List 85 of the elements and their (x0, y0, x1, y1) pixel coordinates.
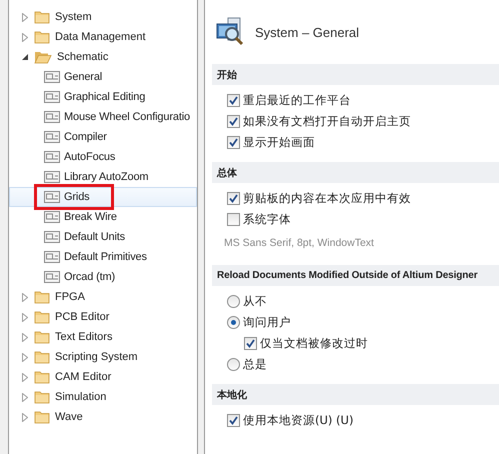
page-icon (44, 231, 60, 243)
tree-item[interactable]: Wave (9, 407, 197, 427)
expand-arrow-icon[interactable] (22, 12, 28, 22)
expand-arrow-icon[interactable] (22, 32, 28, 42)
page-icon (44, 171, 60, 183)
monitor-search-icon (216, 17, 246, 47)
folder-icon (34, 390, 50, 404)
tree-item[interactable]: Data Management (9, 27, 197, 47)
page-icon (44, 211, 60, 223)
folder-icon (34, 30, 50, 44)
checkbox[interactable]: 使用本地资源(U) (U) (212, 410, 499, 431)
page-icon (44, 271, 60, 283)
check-icon (229, 194, 238, 203)
page-icon (44, 191, 60, 203)
check-icon (246, 339, 255, 348)
tree-item[interactable]: Schematic (9, 47, 197, 67)
checkbox-box[interactable] (227, 213, 240, 226)
tree-item[interactable]: FPGA (9, 287, 197, 307)
folder-icon (34, 50, 52, 64)
checkbox[interactable]: 仅当文档被修改过时 (212, 333, 499, 354)
section-header: 总体 (212, 162, 499, 183)
page-icon (44, 71, 60, 83)
tree-item[interactable]: Library AutoZoom (9, 167, 197, 187)
checkbox[interactable]: 如果没有文档打开自动开启主页 (212, 111, 499, 132)
expand-arrow-icon[interactable] (22, 372, 28, 382)
radio-button[interactable]: 从不 (212, 291, 499, 312)
check-icon (229, 138, 238, 147)
tree-item[interactable]: PCB Editor (9, 307, 197, 327)
expand-arrow-icon[interactable] (22, 332, 28, 342)
font-description: MS Sans Serif, 8pt, WindowText (223, 236, 375, 251)
folder-icon (34, 350, 50, 364)
expand-arrow-icon[interactable] (22, 352, 28, 362)
check-icon (229, 117, 238, 126)
expand-arrow-icon[interactable] (22, 312, 28, 322)
expand-arrow-icon[interactable] (22, 412, 28, 422)
page-icon (44, 91, 60, 103)
tree-item[interactable]: Default Units (9, 227, 197, 247)
radio-button[interactable]: 询问用户 (212, 312, 499, 333)
collapse-arrow-icon[interactable] (22, 54, 28, 60)
folder-icon (34, 370, 50, 384)
page-icon (44, 151, 60, 163)
tree-item[interactable]: General (9, 67, 197, 87)
tree-item[interactable]: Graphical Editing (9, 87, 197, 107)
page-icon (44, 131, 60, 143)
expand-arrow-icon[interactable] (22, 392, 28, 402)
tree-item[interactable]: Grids (9, 187, 197, 207)
folder-icon (34, 410, 50, 424)
folder-icon (34, 310, 50, 324)
page-icon (44, 251, 60, 263)
tree-item[interactable]: Break Wire (9, 207, 197, 227)
checkbox-box[interactable] (244, 337, 257, 350)
radio-circle[interactable] (227, 358, 240, 371)
tree-item[interactable]: CAM Editor (9, 367, 197, 387)
section-header: 本地化 (212, 384, 499, 405)
check-icon (229, 416, 238, 425)
radio-circle[interactable] (227, 295, 240, 308)
tree-item[interactable]: System (9, 7, 197, 27)
checkbox-box[interactable] (227, 192, 240, 205)
tree-item[interactable]: AutoFocus (9, 147, 197, 167)
expand-arrow-icon[interactable] (22, 292, 28, 302)
checkbox[interactable]: 重启最近的工作平台 (212, 90, 499, 111)
checkbox-box[interactable] (227, 136, 240, 149)
section-header: 开始 (212, 64, 499, 85)
tree-item[interactable]: Scripting System (9, 347, 197, 367)
tree-item[interactable]: Simulation (9, 387, 197, 407)
folder-icon (34, 290, 50, 304)
tree-item[interactable]: Text Editors (9, 327, 197, 347)
radio-circle[interactable] (227, 316, 240, 329)
section-header: Reload Documents Modified Outside of Altium Designer (212, 265, 499, 286)
checkbox[interactable]: 剪贴板的内容在本次应用中有效 (212, 188, 499, 209)
page-icon (44, 111, 60, 123)
tree-item[interactable]: Mouse Wheel Configuratio (9, 107, 197, 127)
tree-item[interactable]: Compiler (9, 127, 197, 147)
tree-item[interactable]: Orcad (tm) (9, 267, 197, 287)
panel-title: System – General (255, 24, 360, 40)
radio-button[interactable]: 总是 (212, 354, 499, 375)
checkbox[interactable]: 显示开始画面 (212, 132, 499, 153)
tree-item[interactable]: Default Primitives (9, 247, 197, 267)
check-icon (229, 96, 238, 105)
checkbox-box[interactable] (227, 414, 240, 427)
checkbox[interactable]: 系统字体 (212, 209, 499, 230)
checkbox-box[interactable] (227, 115, 240, 128)
folder-icon (34, 10, 50, 24)
checkbox-box[interactable] (227, 94, 240, 107)
folder-icon (34, 330, 50, 344)
